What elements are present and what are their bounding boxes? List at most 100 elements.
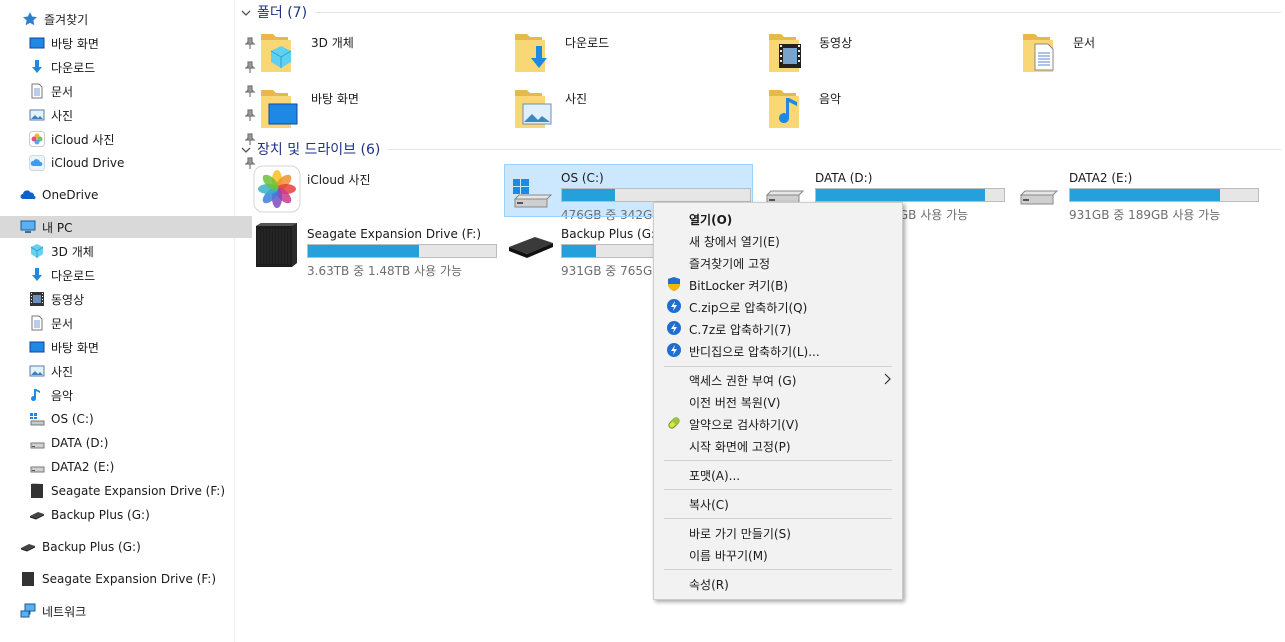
nav-item-label: 동영상	[51, 292, 85, 307]
drive-data2-e[interactable]: DATA2 (E:) 931GB 중 189GB 사용 가능	[1015, 165, 1259, 222]
computer-icon	[20, 219, 36, 235]
nav-item-pc-data2-e[interactable]: DATA2 (E:)	[0, 456, 261, 478]
group-divider	[388, 148, 1281, 150]
nav-item-quick-documents[interactable]: 문서	[0, 80, 261, 102]
nav-item-label: 네트워크	[42, 604, 87, 619]
nav-item-label: Backup Plus (G:)	[42, 540, 141, 554]
group-divider	[315, 11, 1281, 13]
nav-item-label: Seagate Expansion Drive (F:)	[42, 572, 217, 586]
menu-item-label: 반디집으로 압축하기(L)...	[689, 345, 820, 359]
menu-item-pin-start[interactable]: 시작 화면에 고정(P)	[656, 434, 900, 456]
menu-item-label: 액세스 권한 부여 (G)	[689, 374, 797, 388]
nav-item-pc-documents[interactable]: 문서	[0, 312, 261, 334]
nav-item-pc-music[interactable]: 음악	[0, 384, 261, 406]
menu-item-open[interactable]: 열기(O)	[656, 207, 900, 229]
folder-pictures[interactable]: 사진	[511, 84, 751, 136]
nav-item-network[interactable]: 네트워크	[0, 600, 252, 622]
menu-item-copy[interactable]: 복사(C)	[656, 492, 900, 514]
folder-downloads[interactable]: 다운로드	[511, 28, 751, 80]
nav-item-pc-downloads[interactable]: 다운로드	[0, 264, 261, 286]
drive-name: Seagate Expansion Drive (F:)	[307, 227, 482, 241]
menu-item-label: C.7z로 압축하기(7)	[689, 323, 792, 337]
drive-seagate-f[interactable]: Seagate Expansion Drive (F:) 3.63TB 중 1.…	[253, 221, 497, 278]
nav-item-pc-data-d[interactable]: DATA (D:)	[0, 432, 261, 454]
videos-folder-icon	[765, 28, 813, 76]
nav-item-favorites[interactable]: 즐겨찾기	[0, 8, 254, 30]
menu-item-give-access[interactable]: 액세스 권한 부여 (G)	[656, 368, 900, 390]
menu-item-label: 즐겨찾기에 고정	[689, 257, 771, 271]
os-drive-icon	[507, 165, 555, 213]
folder-desktop[interactable]: 바탕 화면	[257, 84, 497, 136]
folder-label: 3D 개체	[311, 36, 354, 50]
context-menu: 열기(O) 새 창에서 열기(E) 즐겨찾기에 고정 BitLocker 켜기(…	[653, 202, 903, 600]
menu-item-restore-versions[interactable]: 이전 버전 복원(V)	[656, 390, 900, 412]
menu-item-properties[interactable]: 속성(R)	[656, 572, 900, 594]
drive-free-space: 3.63TB 중 1.48TB 사용 가능	[307, 264, 463, 278]
folders-group-header[interactable]: 폴더 (7)	[241, 2, 1281, 22]
menu-item-bitlocker[interactable]: BitLocker 켜기(B)	[656, 273, 900, 295]
bandizip-icon	[666, 298, 682, 314]
desktop-icon	[29, 35, 45, 51]
devices-group-header[interactable]: 장치 및 드라이브 (6)	[241, 139, 1281, 159]
desktop-icon	[29, 339, 45, 355]
drive-name: DATA (D:)	[815, 171, 873, 185]
menu-item-label: 열기(O)	[689, 213, 733, 227]
menu-item-label: 복사(C)	[689, 498, 729, 512]
pictures-folder-icon	[511, 84, 559, 132]
nav-item-label: DATA2 (E:)	[51, 460, 115, 474]
menu-separator	[664, 489, 892, 490]
menu-item-7z[interactable]: C.7z로 압축하기(7)	[656, 317, 900, 339]
nav-item-pc-seagate-f[interactable]: Seagate Expansion Drive (F:)	[0, 480, 261, 502]
external-drive-icon	[20, 571, 36, 587]
menu-item-create-shortcut[interactable]: 바로 가기 만들기(S)	[656, 521, 900, 543]
nav-item-onedrive[interactable]: OneDrive	[0, 184, 252, 206]
folder-label: 사진	[565, 92, 588, 106]
nav-item-pc-videos[interactable]: 동영상	[0, 288, 261, 310]
icloud-photos-icon	[253, 165, 301, 213]
capacity-bar	[1069, 188, 1259, 202]
menu-item-label: 알약으로 검사하기(V)	[689, 418, 799, 432]
nav-item-quick-pictures[interactable]: 사진	[0, 104, 261, 126]
download-icon	[29, 59, 45, 75]
menu-item-alyac-scan[interactable]: 알약으로 검사하기(V)	[656, 412, 900, 434]
downloads-folder-icon	[511, 28, 559, 76]
menu-item-format[interactable]: 포맷(A)...	[656, 463, 900, 485]
folder-3d-objects[interactable]: 3D 개체	[257, 28, 497, 80]
nav-item-pc-pictures[interactable]: 사진	[0, 360, 261, 382]
nav-item-quick-downloads[interactable]: 다운로드	[0, 56, 261, 78]
videos-icon	[29, 291, 45, 307]
menu-item-pin-quick-access[interactable]: 즐겨찾기에 고정	[656, 251, 900, 273]
nav-item-pc-desktop[interactable]: 바탕 화면	[0, 336, 261, 358]
nav-item-pc-backup-g[interactable]: Backup Plus (G:)	[0, 504, 261, 526]
nav-item-quick-desktop[interactable]: 바탕 화면	[0, 32, 261, 54]
nav-item-quick-icloud-drive[interactable]: iCloud Drive	[0, 152, 261, 174]
pill-icon	[666, 415, 682, 431]
document-icon	[29, 315, 45, 331]
nav-item-pc-3d-objects[interactable]: 3D 개체	[0, 240, 261, 262]
nav-item-backup-plus[interactable]: Backup Plus (G:)	[0, 536, 252, 558]
drive-icon	[1015, 165, 1063, 213]
portable-drive-icon	[507, 221, 555, 269]
capacity-fill	[562, 245, 596, 257]
nav-item-label: 사진	[51, 364, 74, 379]
folder-music[interactable]: 음악	[765, 84, 1005, 136]
menu-item-bandizip[interactable]: 반디집으로 압축하기(L)...	[656, 339, 900, 361]
nav-item-quick-icloud-photos[interactable]: iCloud 사진	[0, 128, 261, 150]
menu-item-open-new-window[interactable]: 새 창에서 열기(E)	[656, 229, 900, 251]
device-icloud-photos[interactable]: iCloud 사진	[253, 165, 497, 217]
nav-item-seagate[interactable]: Seagate Expansion Drive (F:)	[0, 568, 252, 590]
menu-item-rename[interactable]: 이름 바꾸기(M)	[656, 543, 900, 565]
nav-item-pc-os-c[interactable]: OS (C:)	[0, 408, 261, 430]
menu-item-label: 이전 버전 복원(V)	[689, 396, 781, 410]
folder-documents[interactable]: 문서	[1019, 28, 1259, 80]
chevron-down-icon	[241, 7, 251, 17]
menu-item-zip[interactable]: C.zip으로 압축하기(Q)	[656, 295, 900, 317]
nav-item-label: 사진	[51, 108, 74, 123]
nav-item-label: 바탕 화면	[51, 340, 99, 355]
nav-item-label: 음악	[51, 388, 74, 403]
os-drive-icon	[29, 411, 45, 427]
folder-videos[interactable]: 동영상	[765, 28, 1005, 80]
nav-item-this-pc[interactable]: 내 PC	[0, 216, 252, 238]
capacity-bar	[307, 244, 497, 258]
nav-item-label: 즐겨찾기	[44, 12, 89, 27]
